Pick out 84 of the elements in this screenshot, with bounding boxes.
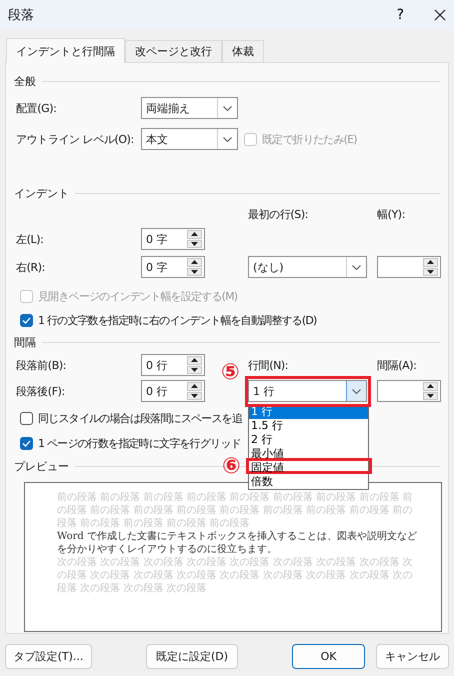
checkbox[interactable] — [20, 412, 33, 425]
spin-field[interactable]: 0 字 — [141, 228, 205, 250]
dialog-button[interactable]: タブ設定(T)... — [5, 644, 92, 669]
dialog-button[interactable]: 既定に設定(D) — [146, 644, 238, 669]
checkmark-icon — [22, 316, 31, 324]
dropdown-field[interactable]: 両端揃え — [141, 97, 238, 119]
field-label: 行間(N): — [248, 358, 290, 372]
checkbox-label: 既定で折りたたみ(E) — [262, 132, 357, 146]
preview-text: 次の段落 次の段落 次の段落 次の段落 次の段落 次の段落 次の段落 次の段落 次の段落 次の段落 次の段落 次の段落 次の段落 次の段落 次の段落 次の段落 次の段落 次の段落 次の段落 次の段落 — [57, 556, 414, 595]
down-triangle-icon — [191, 394, 198, 398]
dropdown-arrow-button[interactable] — [346, 381, 366, 401]
spin-up-button[interactable] — [423, 258, 438, 266]
chevron-down-icon — [352, 388, 361, 394]
help-button[interactable]: ? — [396, 7, 404, 23]
up-triangle-icon — [191, 384, 198, 388]
dropdown-option[interactable]: 1.5 行 — [249, 419, 368, 433]
down-triangle-icon — [191, 242, 198, 246]
checkbox-label: 同じスタイルの場合は段落間にスペースを追 — [38, 411, 242, 426]
spin-up-button[interactable] — [187, 356, 202, 364]
field-label: 配置(G): — [16, 100, 58, 116]
spin-up-button[interactable] — [187, 230, 202, 238]
spin-field[interactable]: 0 行 — [141, 354, 205, 376]
tab[interactable]: インデントと行間隔 — [6, 38, 125, 63]
down-triangle-icon — [427, 394, 434, 398]
spin-up-button[interactable] — [187, 382, 202, 390]
field-label: 段落前(B): — [16, 358, 68, 372]
dropdown-option[interactable]: 固定値 — [249, 461, 368, 475]
spin-up-button[interactable] — [423, 382, 438, 390]
dialog-button[interactable]: OK — [292, 644, 365, 669]
close-icon — [434, 9, 446, 21]
dropdown-option[interactable]: 2 行 — [249, 433, 368, 447]
down-triangle-icon — [191, 270, 198, 274]
tab[interactable]: 体裁 — [222, 40, 264, 63]
dropdown-field[interactable]: 本文 — [141, 128, 238, 150]
up-triangle-icon — [191, 358, 198, 362]
section-heading: プレビュー — [14, 458, 69, 474]
spin-field[interactable]: 0 行 — [141, 380, 205, 402]
spin-down-button[interactable] — [187, 392, 202, 400]
checkmark-icon — [22, 440, 31, 447]
field-label: 左(L): — [16, 232, 44, 246]
checkbox-label: 1 行の文字数を指定時に右のインデント幅を自動調整する(D) — [38, 312, 317, 328]
chevron-down-icon — [223, 106, 232, 110]
checkbox-label: 1 ページの行数を指定時に文字を行グリッド — [38, 436, 241, 451]
checkbox-label: 見開きページのインデント幅を設定する(M) — [38, 288, 238, 304]
spin-field[interactable]: 0 字 — [141, 256, 205, 278]
up-triangle-icon — [191, 260, 198, 264]
section-heading: 全般 — [14, 74, 36, 88]
field-label: 最初の行(S): — [248, 207, 310, 222]
field-label: 間隔(A): — [377, 358, 418, 372]
down-triangle-icon — [191, 368, 198, 372]
checkbox[interactable] — [20, 437, 33, 450]
down-triangle-icon — [427, 270, 434, 274]
callout-number: ⑥ — [222, 456, 241, 478]
spin-down-button[interactable] — [423, 392, 438, 400]
preview-text: Word で作成した文書にテキストボックスを挿入することは、図表や説明文などを分かりやすくレイアウトするのに役立ちます。 — [57, 530, 417, 556]
spin-up-button[interactable] — [187, 258, 202, 266]
spin-down-button[interactable] — [423, 268, 438, 276]
field-label: 右(R): — [16, 260, 46, 274]
dropdown-option[interactable]: 倍数 — [249, 475, 368, 489]
up-triangle-icon — [427, 260, 434, 264]
callout-number: ⑤ — [221, 362, 240, 384]
chevron-down-icon — [352, 264, 361, 270]
section-heading: インデント — [14, 186, 69, 200]
checkbox[interactable] — [20, 314, 33, 326]
dropdown-option[interactable]: 最小値 — [249, 447, 368, 461]
spin-down-button[interactable] — [187, 366, 202, 374]
close-button[interactable] — [434, 9, 446, 21]
chevron-down-icon — [223, 136, 232, 142]
dropdown-field[interactable]: (なし) — [248, 256, 367, 278]
preview-text: 前の段落 前の段落 前の段落 前の段落 前の段落 前の段落 前の段落 前の段落 前の段落 前の段落 前の段落 前の段落 前の段落 前の段落 前の段落 前の段落 前の段落 前の段落 前の段落 前の段落 前の段落 — [57, 491, 414, 530]
dialog-button[interactable]: キャンセル — [376, 644, 449, 669]
up-triangle-icon — [191, 232, 198, 236]
up-triangle-icon — [427, 384, 434, 388]
spin-down-button[interactable] — [187, 268, 202, 276]
tab[interactable]: 改ページと改行 — [125, 40, 222, 63]
spin-field[interactable] — [377, 380, 441, 402]
dropdown-field[interactable]: 1 行 — [248, 380, 367, 402]
section-heading: 間隔 — [14, 334, 36, 350]
spin-field[interactable] — [377, 256, 441, 278]
field-label: 幅(Y): — [377, 207, 406, 222]
field-label: 段落後(F): — [16, 384, 66, 398]
field-label: アウトライン レベル(O): — [16, 132, 135, 146]
window-title: 段落 — [8, 7, 35, 24]
spin-down-button[interactable] — [187, 240, 202, 248]
